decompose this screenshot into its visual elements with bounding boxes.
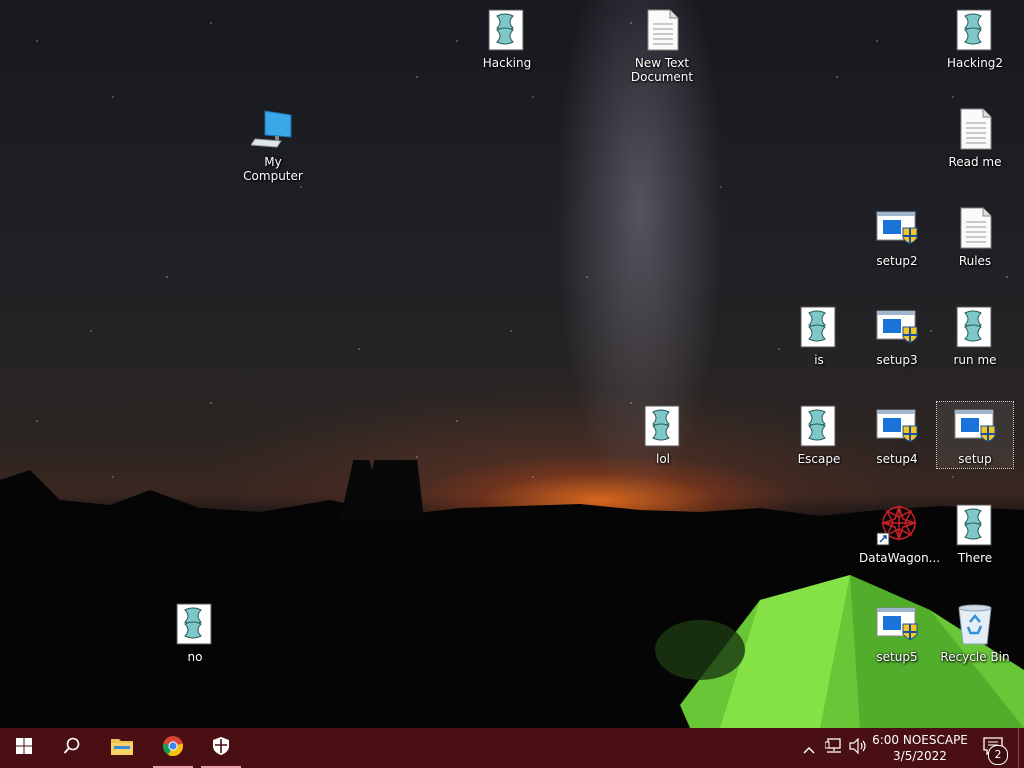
desktop-icon-label: run me: [953, 353, 997, 367]
script-file-icon: [953, 305, 997, 349]
desktop-icon-label: New Text Document: [630, 56, 694, 84]
defender-shield-icon: [212, 736, 230, 760]
desktop-icon-label: Escape: [797, 452, 841, 466]
desktop-icon-label: lol: [655, 452, 670, 466]
notification-count-badge: 2: [988, 745, 1008, 765]
desktop-icon-label: Hacking: [482, 56, 532, 70]
desktop-icon-label: DataWagon...: [859, 551, 941, 565]
desktop-icon-my-computer[interactable]: My Computer: [235, 107, 311, 183]
installer-icon: [875, 404, 919, 448]
desktop-icon-label: is: [814, 353, 824, 367]
search-icon: [63, 737, 81, 759]
show-hidden-icons-button[interactable]: [800, 728, 818, 768]
text-file-icon: [640, 8, 684, 52]
desktop-icon-label: no: [187, 650, 203, 664]
desktop-icon-setup4[interactable]: setup4: [859, 404, 935, 466]
desktop-icon-rules[interactable]: Rules: [937, 206, 1013, 268]
desktop-icon-label: My Computer: [243, 155, 303, 183]
desktop-icon-label: Read me: [948, 155, 1002, 169]
desktop-icon-new-text-document[interactable]: New Text Document: [624, 8, 700, 84]
show-hidden-chevron-icon: [803, 739, 815, 758]
script-file-icon: [173, 602, 217, 646]
desktop-icon-hacking2[interactable]: Hacking2: [937, 8, 1013, 70]
script-file-icon: [797, 404, 841, 448]
desktop-icon-no[interactable]: no: [157, 602, 233, 664]
windows-start-icon: [16, 738, 32, 758]
computer-icon: [250, 107, 295, 151]
desktop-icon-label: Hacking2: [946, 56, 1004, 70]
script-file-icon: [953, 8, 997, 52]
desktop-icon-label: setup2: [876, 254, 918, 268]
desktop-icon-run-me[interactable]: run me: [937, 305, 1013, 367]
desktop-icon-setup2[interactable]: setup2: [859, 206, 935, 268]
text-file-icon: [953, 107, 997, 151]
chrome-taskbar-button[interactable]: [149, 728, 197, 768]
script-file-icon: [485, 8, 529, 52]
desktop-icon-label: setup: [958, 452, 992, 466]
file-explorer-button[interactable]: [98, 728, 146, 768]
desktop-icon-setup[interactable]: setup: [936, 401, 1014, 469]
desktop-icon-label: There: [957, 551, 993, 565]
desktop-icon-label: setup4: [876, 452, 918, 466]
clock-time: 6:00 NOESCAPE: [872, 733, 968, 747]
installer-icon: [875, 602, 919, 646]
desktop-icon-recycle-bin[interactable]: Recycle Bin: [937, 602, 1013, 664]
desktop-icon-escape[interactable]: Escape: [781, 404, 857, 466]
installer-icon: [953, 404, 997, 448]
recycle-bin-icon: [953, 602, 997, 646]
installer-icon: [875, 305, 919, 349]
network-tray-button[interactable]: [822, 728, 846, 768]
script-file-icon: [641, 404, 685, 448]
search-button[interactable]: [48, 728, 96, 768]
security-taskbar-button[interactable]: [197, 728, 245, 768]
desktop-icon-setup3[interactable]: setup3: [859, 305, 935, 367]
star-shortcut-icon: [875, 503, 919, 547]
script-file-icon: [797, 305, 841, 349]
desktop-icon-hacking[interactable]: Hacking: [469, 8, 545, 70]
desktop-icon-setup5[interactable]: setup5: [859, 602, 935, 664]
taskbar: 6:00 NOESCAPE 3/5/2022: [0, 728, 1024, 768]
file-explorer-icon: [111, 737, 133, 759]
desktop-icon-lol[interactable]: lol: [625, 404, 701, 466]
text-file-icon: [953, 206, 997, 250]
desktop-icon-datawagon[interactable]: DataWagon...: [859, 503, 941, 565]
script-file-icon: [953, 503, 997, 547]
clock-date: 3/5/2022: [893, 749, 947, 763]
desktop-icon-label: setup3: [876, 353, 918, 367]
taskbar-clock[interactable]: 6:00 NOESCAPE 3/5/2022: [864, 730, 976, 768]
desktop-icon-there[interactable]: There: [937, 503, 1013, 565]
desktop-icon-label: Rules: [958, 254, 992, 268]
desktop-icon-is[interactable]: is: [781, 305, 857, 367]
desktop-icon-read-me[interactable]: Read me: [937, 107, 1013, 169]
wallpaper-landscape: [0, 460, 1024, 728]
desktop-icon-label: Recycle Bin: [940, 650, 1010, 664]
desktop[interactable]: Hacking New Text Document Hacking2 My Co…: [0, 0, 1024, 728]
start-button[interactable]: [0, 728, 48, 768]
installer-icon: [875, 206, 919, 250]
desktop-icon-label: setup5: [876, 650, 918, 664]
network-icon: [824, 738, 843, 758]
chrome-icon: [162, 735, 184, 761]
show-desktop-button[interactable]: [1018, 728, 1024, 768]
